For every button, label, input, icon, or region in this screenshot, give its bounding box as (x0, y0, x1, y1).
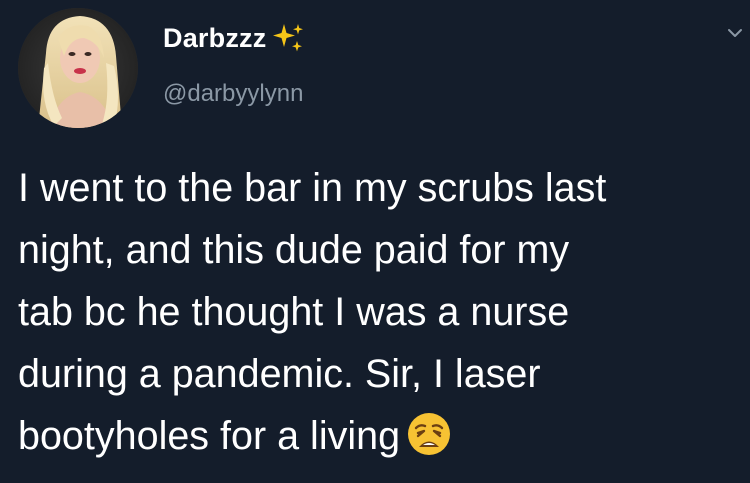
tweet-text: I went to the bar in my scrubs last nigh… (18, 157, 738, 467)
author-name-row: Darbzzz (163, 22, 306, 54)
tweet-line: bootyholes for a living (18, 414, 401, 458)
tweet-line: I went to the bar in my scrubs last (18, 166, 607, 210)
avatar-photo (18, 8, 138, 128)
tweet-line: tab bc he thought I was a nurse (18, 290, 570, 334)
tweet-card: Darbzzz @darbyylynn I went to the bar in… (0, 0, 750, 483)
tweet-line: during a pandemic. Sir, I laser (18, 352, 541, 396)
tweet-line: night, and this dude paid for my (18, 228, 570, 272)
sparkles-icon (270, 22, 306, 54)
avatar[interactable] (18, 8, 138, 128)
tweet-last-line-row: bootyholes for a living (18, 405, 738, 467)
author-handle[interactable]: @darbyylynn (163, 80, 303, 108)
display-name[interactable]: Darbzzz (163, 23, 266, 54)
chevron-down-icon[interactable] (726, 24, 744, 42)
weary-face-icon (406, 411, 452, 457)
